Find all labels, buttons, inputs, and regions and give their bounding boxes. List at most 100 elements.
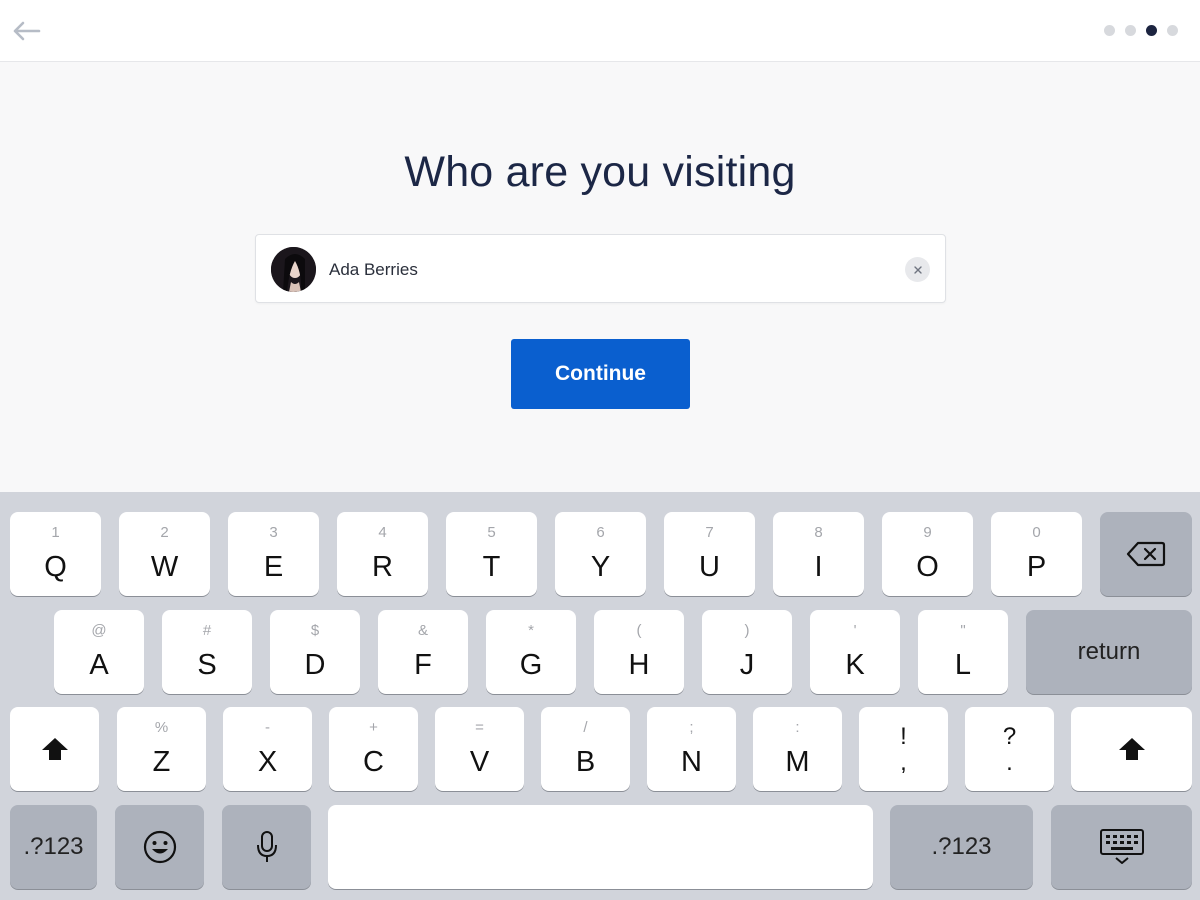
key-x[interactable]: -X bbox=[223, 707, 312, 791]
top-bar bbox=[0, 0, 1200, 62]
key-y[interactable]: 6Y bbox=[555, 512, 646, 596]
key-label: L bbox=[954, 649, 972, 681]
key-alt-label: ; bbox=[689, 719, 694, 736]
key-e[interactable]: 3E bbox=[228, 512, 319, 596]
key-alt-label: ' bbox=[853, 622, 857, 639]
key-label: J bbox=[739, 649, 755, 681]
clear-button[interactable] bbox=[905, 257, 930, 282]
key-question-period[interactable]: ? . bbox=[965, 707, 1054, 791]
key-alt-label: - bbox=[265, 719, 270, 736]
back-button[interactable] bbox=[8, 16, 44, 46]
host-name: Ada Berries bbox=[329, 260, 418, 279]
key-alt-label: & bbox=[417, 622, 428, 639]
key-label: E bbox=[263, 551, 284, 583]
key-g[interactable]: * G bbox=[486, 610, 576, 694]
key-label: X bbox=[257, 746, 278, 778]
key-s[interactable]: # S bbox=[162, 610, 252, 694]
key-label: S bbox=[197, 649, 217, 681]
key-alt-label: ) bbox=[744, 622, 750, 639]
close-icon bbox=[913, 265, 922, 274]
shift-key-left[interactable] bbox=[10, 707, 99, 791]
key-label: V bbox=[469, 746, 490, 778]
key-v[interactable]: = V bbox=[435, 707, 524, 791]
key-alt-label: 9 bbox=[923, 524, 932, 541]
numbers-key-left[interactable]: .?123 bbox=[10, 805, 97, 889]
key-alt-label: " bbox=[960, 622, 966, 639]
page-title: Who are you visiting bbox=[404, 148, 796, 196]
key-a[interactable]: @ A bbox=[54, 610, 144, 694]
key-i[interactable]: 8I bbox=[773, 512, 864, 596]
shift-key-right[interactable] bbox=[1071, 707, 1192, 791]
key-top-label: ! bbox=[900, 723, 907, 750]
key-label: I bbox=[814, 551, 823, 583]
key-label: M bbox=[785, 746, 810, 778]
delete-key[interactable] bbox=[1100, 512, 1192, 596]
key-alt-label: 5 bbox=[487, 524, 496, 541]
key-exclamation-comma[interactable]: ! , bbox=[859, 707, 948, 791]
key-label: F bbox=[414, 649, 432, 681]
key-label: U bbox=[699, 551, 720, 583]
key-alt-label: 6 bbox=[596, 524, 605, 541]
step-dot bbox=[1167, 25, 1178, 36]
key-label: G bbox=[519, 649, 543, 681]
key-c[interactable]: + C bbox=[329, 707, 418, 791]
key-h[interactable]: (H bbox=[594, 610, 684, 694]
key-label: K bbox=[845, 649, 865, 681]
space-key[interactable] bbox=[328, 805, 873, 889]
key-w[interactable]: 2W bbox=[119, 512, 210, 596]
key-alt-label: / bbox=[583, 719, 588, 736]
key-alt-label: 7 bbox=[705, 524, 714, 541]
step-dot bbox=[1104, 25, 1115, 36]
key-alt-label: $ bbox=[310, 622, 320, 639]
key-u[interactable]: 7U bbox=[664, 512, 755, 596]
key-label: H bbox=[628, 649, 650, 681]
numbers-key-right[interactable]: .?123 bbox=[890, 805, 1033, 889]
key-z[interactable]: % Z bbox=[117, 707, 206, 791]
key-o[interactable]: 9O bbox=[882, 512, 973, 596]
key-label: A bbox=[89, 649, 109, 681]
key-alt-label: 2 bbox=[160, 524, 169, 541]
key-label: T bbox=[482, 551, 501, 583]
arrow-left-icon bbox=[13, 21, 41, 41]
key-q[interactable]: 1Q bbox=[10, 512, 101, 596]
key-d[interactable]: $ D bbox=[270, 610, 360, 694]
key-alt-label: + bbox=[369, 719, 378, 736]
key-alt-label: 8 bbox=[814, 524, 823, 541]
key-m[interactable]: :M bbox=[753, 707, 842, 791]
continue-button[interactable]: Continue bbox=[511, 339, 690, 409]
key-label: D bbox=[304, 649, 326, 681]
key-top-label: ? bbox=[1002, 723, 1017, 750]
key-t[interactable]: 5T bbox=[446, 512, 537, 596]
host-field[interactable]: Ada Berries bbox=[255, 234, 946, 303]
microphone-key[interactable] bbox=[222, 805, 311, 889]
key-l[interactable]: " L bbox=[918, 610, 1008, 694]
key-label: R bbox=[372, 551, 393, 583]
key-alt-label: : bbox=[795, 719, 800, 736]
key-label: B bbox=[575, 746, 596, 778]
key-k[interactable]: ' K bbox=[810, 610, 900, 694]
key-j[interactable]: ) J bbox=[702, 610, 792, 694]
key-alt-label: @ bbox=[91, 622, 107, 639]
key-alt-label: 4 bbox=[378, 524, 387, 541]
key-r[interactable]: 4R bbox=[337, 512, 428, 596]
key-f[interactable]: & F bbox=[378, 610, 468, 694]
key-label: O bbox=[916, 551, 939, 583]
key-alt-label: 1 bbox=[51, 524, 60, 541]
key-label: P bbox=[1026, 551, 1047, 583]
key-label: Q bbox=[44, 551, 67, 583]
key-alt-label: 0 bbox=[1032, 524, 1041, 541]
backspace-icon bbox=[1126, 541, 1166, 567]
key-label: Z bbox=[152, 746, 171, 778]
key-label: Y bbox=[590, 551, 611, 583]
key-alt-label: * bbox=[528, 622, 534, 639]
return-key[interactable]: return bbox=[1026, 610, 1192, 694]
key-n[interactable]: ; N bbox=[647, 707, 736, 791]
emoji-key[interactable] bbox=[115, 805, 204, 889]
key-p[interactable]: 0P bbox=[991, 512, 1082, 596]
key-alt-label: 3 bbox=[269, 524, 278, 541]
key-b[interactable]: / B bbox=[541, 707, 630, 791]
hide-keyboard-key[interactable] bbox=[1051, 805, 1192, 889]
microphone-icon bbox=[256, 831, 277, 862]
numbers-label: .?123 bbox=[23, 833, 84, 860]
key-alt-label: % bbox=[154, 719, 169, 736]
